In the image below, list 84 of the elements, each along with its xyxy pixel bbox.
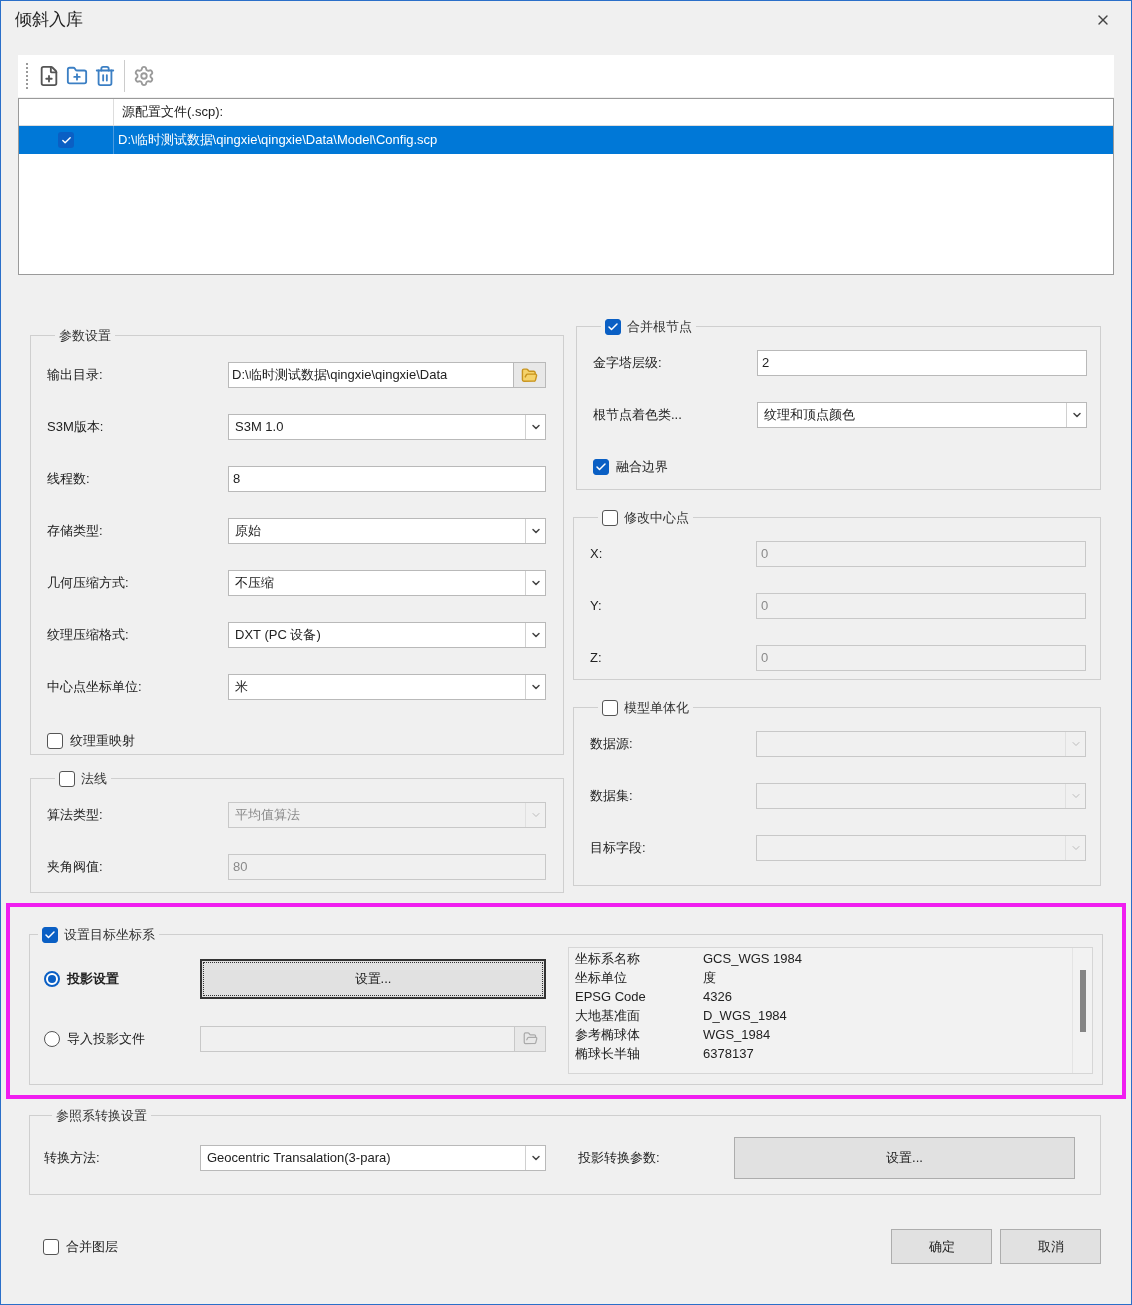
field-label: S3M版本: bbox=[47, 418, 105, 437]
radio-label: 导入投影文件 bbox=[67, 1029, 145, 1048]
checkbox-label: 纹理重映射 bbox=[70, 732, 135, 751]
info-key: 坐标系名称 bbox=[575, 949, 703, 969]
window-title: 倾斜入库 bbox=[15, 9, 83, 32]
group-title: 合并根节点 bbox=[627, 318, 692, 336]
dropdown[interactable]: 不压缩 bbox=[228, 570, 546, 596]
group-title: 法线 bbox=[81, 770, 107, 788]
checkbox[interactable] bbox=[43, 1238, 59, 1255]
field-label: 投影转换参数: bbox=[578, 1149, 661, 1168]
settings-icon[interactable] bbox=[133, 65, 155, 87]
group-title: 参数设置 bbox=[59, 328, 111, 343]
dropdown[interactable]: 纹理和顶点颜色 bbox=[757, 401, 1087, 428]
group-title: 设置目标坐标系 bbox=[64, 926, 155, 944]
info-value: 4326 bbox=[703, 988, 732, 1007]
field-label: 目标字段: bbox=[590, 838, 647, 857]
checkbox-label: 合并图层 bbox=[66, 1237, 118, 1256]
field-label: 金字塔层级: bbox=[593, 353, 663, 372]
info-value: D_WGS_1984 bbox=[703, 1007, 787, 1026]
file-path-field[interactable] bbox=[200, 1025, 515, 1052]
checkbox[interactable] bbox=[42, 926, 58, 943]
text-field[interactable]: 8 bbox=[228, 466, 546, 492]
field-label: 夹角阀值: bbox=[47, 857, 104, 876]
table-cell-text: D:\临时测试数据\qingxie\qingxie\Data\Model\Config.scp bbox=[117, 131, 439, 150]
settings-button[interactable]: 设置... bbox=[200, 958, 546, 999]
field-label: Y: bbox=[590, 596, 603, 615]
info-value: WGS_1984 bbox=[703, 1026, 771, 1045]
radio-button[interactable] bbox=[44, 1030, 60, 1047]
dropdown[interactable]: S3M 1.0 bbox=[228, 414, 546, 440]
info-value: 6378137 bbox=[703, 1045, 754, 1064]
field-label: 算法类型: bbox=[47, 805, 104, 824]
folder-icon bbox=[521, 366, 538, 384]
field-label: Z: bbox=[590, 648, 603, 667]
group-title: 参照系转换设置 bbox=[56, 1108, 147, 1123]
checkbox[interactable] bbox=[602, 509, 618, 526]
dropdown[interactable]: Geocentric Transalation(3-para) bbox=[200, 1145, 546, 1171]
info-key: 参考椭球体 bbox=[575, 1025, 703, 1045]
checkbox[interactable] bbox=[58, 132, 74, 148]
folder-icon bbox=[522, 1031, 538, 1046]
text-field[interactable]: D:\临时测试数据\qingxie\qingxie\Data bbox=[228, 362, 514, 388]
field-label: 中心点坐标单位: bbox=[47, 678, 143, 697]
info-key: 椭球长半轴 bbox=[575, 1044, 703, 1064]
field-label: X: bbox=[590, 544, 604, 563]
checkbox[interactable] bbox=[59, 770, 75, 787]
field-label: 线程数: bbox=[47, 470, 91, 489]
settings-button[interactable]: 设置... bbox=[734, 1137, 1075, 1179]
group-title: 模型单体化 bbox=[624, 699, 689, 717]
dropdown[interactable]: DXT (PC 设备) bbox=[228, 622, 546, 648]
info-key: 坐标单位 bbox=[575, 968, 703, 988]
check-icon bbox=[607, 320, 619, 333]
checkbox[interactable] bbox=[593, 458, 609, 475]
checkbox-label: 融合边界 bbox=[616, 457, 668, 476]
info-value: GCS_WGS 1984 bbox=[703, 950, 802, 969]
check-icon bbox=[595, 460, 607, 473]
group-title: 修改中心点 bbox=[624, 509, 689, 527]
radio-label: 投影设置 bbox=[67, 969, 119, 988]
dropdown[interactable]: 米 bbox=[228, 674, 546, 700]
field-label: 数据源: bbox=[590, 734, 634, 753]
scrollbar-thumb[interactable] bbox=[1079, 969, 1086, 1032]
dialog-button[interactable]: 确定 bbox=[891, 1229, 992, 1264]
checkbox[interactable] bbox=[47, 733, 63, 749]
checkbox[interactable] bbox=[602, 699, 618, 716]
add-file-icon[interactable] bbox=[38, 65, 60, 87]
info-key: EPSG Code bbox=[575, 987, 703, 1007]
field-label: 转换方法: bbox=[44, 1149, 101, 1168]
dropdown[interactable]: 原始 bbox=[228, 518, 546, 544]
add-folder-icon[interactable] bbox=[66, 65, 88, 87]
field-label: 根节点着色类... bbox=[593, 405, 683, 424]
field-label: 存储类型: bbox=[47, 522, 104, 541]
field-label: 几何压缩方式: bbox=[47, 574, 130, 593]
info-key: 大地基准面 bbox=[575, 1006, 703, 1026]
check-icon bbox=[60, 134, 72, 146]
column-header: 源配置文件(.scp): bbox=[121, 103, 225, 122]
checkbox[interactable] bbox=[605, 318, 621, 335]
table-row[interactable]: D:\临时测试数据\qingxie\qingxie\Data\Model\Config.scp bbox=[19, 126, 1113, 154]
field-label: 数据集: bbox=[590, 786, 634, 805]
text-field[interactable]: 2 bbox=[757, 349, 1087, 376]
delete-icon[interactable] bbox=[94, 65, 116, 87]
dialog-button[interactable]: 取消 bbox=[1000, 1229, 1101, 1264]
radio-button[interactable] bbox=[44, 970, 60, 987]
field-label: 输出目录: bbox=[47, 366, 104, 385]
check-icon bbox=[44, 928, 56, 941]
info-value: 度 bbox=[703, 969, 716, 988]
field-label: 纹理压缩格式: bbox=[47, 626, 130, 645]
